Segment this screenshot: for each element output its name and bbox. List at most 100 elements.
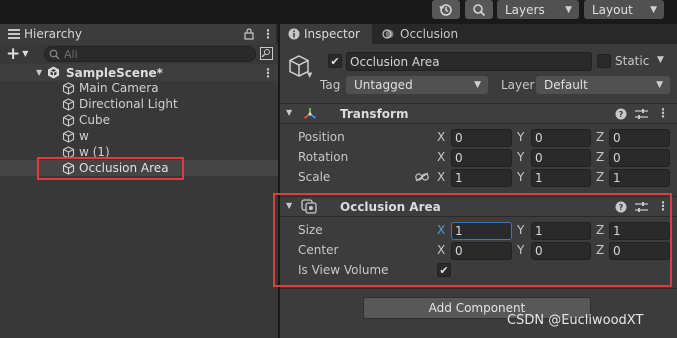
transform-header[interactable]: ▼ Transform ? ⋮ (280, 103, 677, 124)
occlusion-icon (382, 29, 394, 39)
inspector-panel: Inspector Occlusion ▼ ✔ Occlusion Area S… (273, 24, 677, 338)
static-checkbox[interactable] (597, 54, 611, 68)
inspector-tab-label: Inspector (304, 27, 360, 41)
hierarchy-search-row: + ▼ All (0, 44, 278, 64)
transform-row-scale: Scale X 1 Y 1 Z 1 (280, 168, 677, 188)
hamburger-icon (8, 29, 20, 39)
chevron-down-icon[interactable]: ▼ (657, 55, 664, 65)
layer-value: Default (544, 78, 588, 92)
list-item[interactable]: Cube (0, 112, 278, 128)
field-value: 0 (613, 131, 621, 145)
chevron-down-icon: ▼ (474, 80, 481, 90)
axis-z-label[interactable]: Z (596, 170, 604, 184)
transform-title: Transform (340, 107, 409, 121)
active-checkbox[interactable]: ✔ (328, 54, 342, 68)
history-icon (439, 3, 452, 16)
layers-dropdown[interactable]: Layers ▼ (497, 0, 579, 19)
kebab-menu-icon[interactable]: ⋮ (262, 27, 274, 41)
axis-z-label[interactable]: Z (596, 130, 604, 144)
object-name-field[interactable]: Occlusion Area (346, 52, 592, 71)
lock-icon[interactable] (244, 28, 254, 40)
help-icon[interactable]: ? (615, 108, 627, 120)
axis-x-label[interactable]: X (437, 170, 445, 184)
tab-occlusion[interactable]: Occlusion (376, 24, 476, 44)
gameobject-cube-icon (62, 97, 75, 111)
expand-arrow-icon: ▼ (286, 108, 293, 117)
search-button[interactable] (465, 0, 493, 19)
chevron-down-icon: ▼ (650, 4, 657, 15)
scale-y-field[interactable]: 1 (531, 169, 591, 187)
filter-icon[interactable] (260, 47, 273, 60)
tag-value: Untagged (354, 78, 413, 92)
field-label: Position (298, 130, 345, 144)
highlight-box (273, 193, 672, 287)
list-item-label: Directional Light (79, 97, 178, 111)
scale-x-field[interactable]: 1 (451, 169, 512, 187)
hierarchy-tabbar: Hierarchy ⋮ (0, 24, 278, 44)
transform-row-rotation: Rotation X 0 Y 0 Z 0 (280, 148, 677, 168)
rotation-x-field[interactable]: 0 (451, 149, 512, 167)
inspector-tabbar: Inspector Occlusion (280, 24, 677, 44)
layer-dropdown[interactable]: Default ▼ (536, 76, 670, 94)
chevron-down-icon[interactable]: ▼ (307, 71, 312, 79)
presets-sliders-icon[interactable] (635, 108, 648, 120)
axis-x-label[interactable]: X (437, 130, 445, 144)
transform-axes-icon (304, 108, 316, 119)
search-input[interactable]: All (44, 46, 256, 62)
search-icon (49, 49, 60, 59)
tag-label: Tag (320, 78, 341, 92)
gameobject-cube-icon (62, 129, 75, 143)
object-name-value: Occlusion Area (350, 54, 440, 69)
list-item[interactable]: w (0, 128, 278, 144)
constrain-proportions-link-icon[interactable] (415, 172, 429, 182)
scene-row[interactable]: ▼ SampleScene* ⋮ (0, 64, 278, 81)
field-value: 1 (455, 171, 463, 185)
tag-dropdown[interactable]: Untagged ▼ (346, 76, 488, 94)
axis-y-label[interactable]: Y (517, 130, 524, 144)
top-toolbar: Layers ▼ Layout ▼ (0, 0, 677, 20)
list-item-label: Cube (79, 113, 110, 127)
tab-inspector[interactable]: Inspector (280, 24, 372, 44)
unity-scene-icon (48, 66, 59, 79)
axis-x-label[interactable]: X (437, 150, 445, 164)
plus-icon: + (6, 43, 21, 64)
position-z-field[interactable]: 0 (609, 129, 670, 147)
list-item[interactable]: Directional Light (0, 96, 278, 112)
layer-label: Layer (501, 78, 535, 92)
rotation-z-field[interactable]: 0 (609, 149, 670, 167)
list-item-label: w (79, 129, 89, 143)
axis-z-label[interactable]: Z (596, 150, 604, 164)
info-icon (288, 28, 300, 40)
layout-dropdown[interactable]: Layout ▼ (584, 0, 664, 19)
field-value: 1 (535, 171, 543, 185)
chevron-down-icon: ▼ (565, 4, 572, 15)
hierarchy-panel: Hierarchy ⋮ + ▼ All ▼ SampleScene* ⋮ Main… (0, 24, 278, 338)
field-label: Rotation (298, 150, 349, 164)
rotation-y-field[interactable]: 0 (531, 149, 591, 167)
list-item[interactable]: Main Camera (0, 80, 278, 96)
chevron-down-icon: ▼ (656, 80, 663, 90)
expand-arrow-icon: ▼ (36, 68, 43, 77)
scene-name: SampleScene* (66, 65, 163, 80)
field-value: 0 (455, 131, 463, 145)
watermark-text: CSDN @EucliwoodXT (507, 313, 644, 328)
layers-label: Layers (505, 2, 545, 17)
static-label: Static (615, 54, 650, 68)
axis-y-label[interactable]: Y (517, 150, 524, 164)
tab-hierarchy[interactable]: Hierarchy (0, 24, 276, 44)
field-value: 0 (535, 131, 543, 145)
position-y-field[interactable]: 0 (531, 129, 591, 147)
add-object-button[interactable]: + ▼ (6, 45, 34, 62)
kebab-menu-icon[interactable]: ⋮ (657, 106, 669, 120)
kebab-menu-icon[interactable]: ⋮ (262, 66, 274, 80)
list-item-label: Main Camera (79, 81, 159, 95)
history-button[interactable] (432, 0, 460, 19)
scale-z-field[interactable]: 1 (609, 169, 670, 187)
field-value: 0 (613, 151, 621, 165)
transform-row-position: Position X 0 Y 0 Z 0 (280, 128, 677, 148)
position-x-field[interactable]: 0 (451, 129, 512, 147)
search-placeholder: All (64, 47, 78, 61)
axis-y-label[interactable]: Y (517, 170, 524, 184)
field-value: 1 (613, 171, 621, 185)
search-icon (473, 3, 486, 16)
